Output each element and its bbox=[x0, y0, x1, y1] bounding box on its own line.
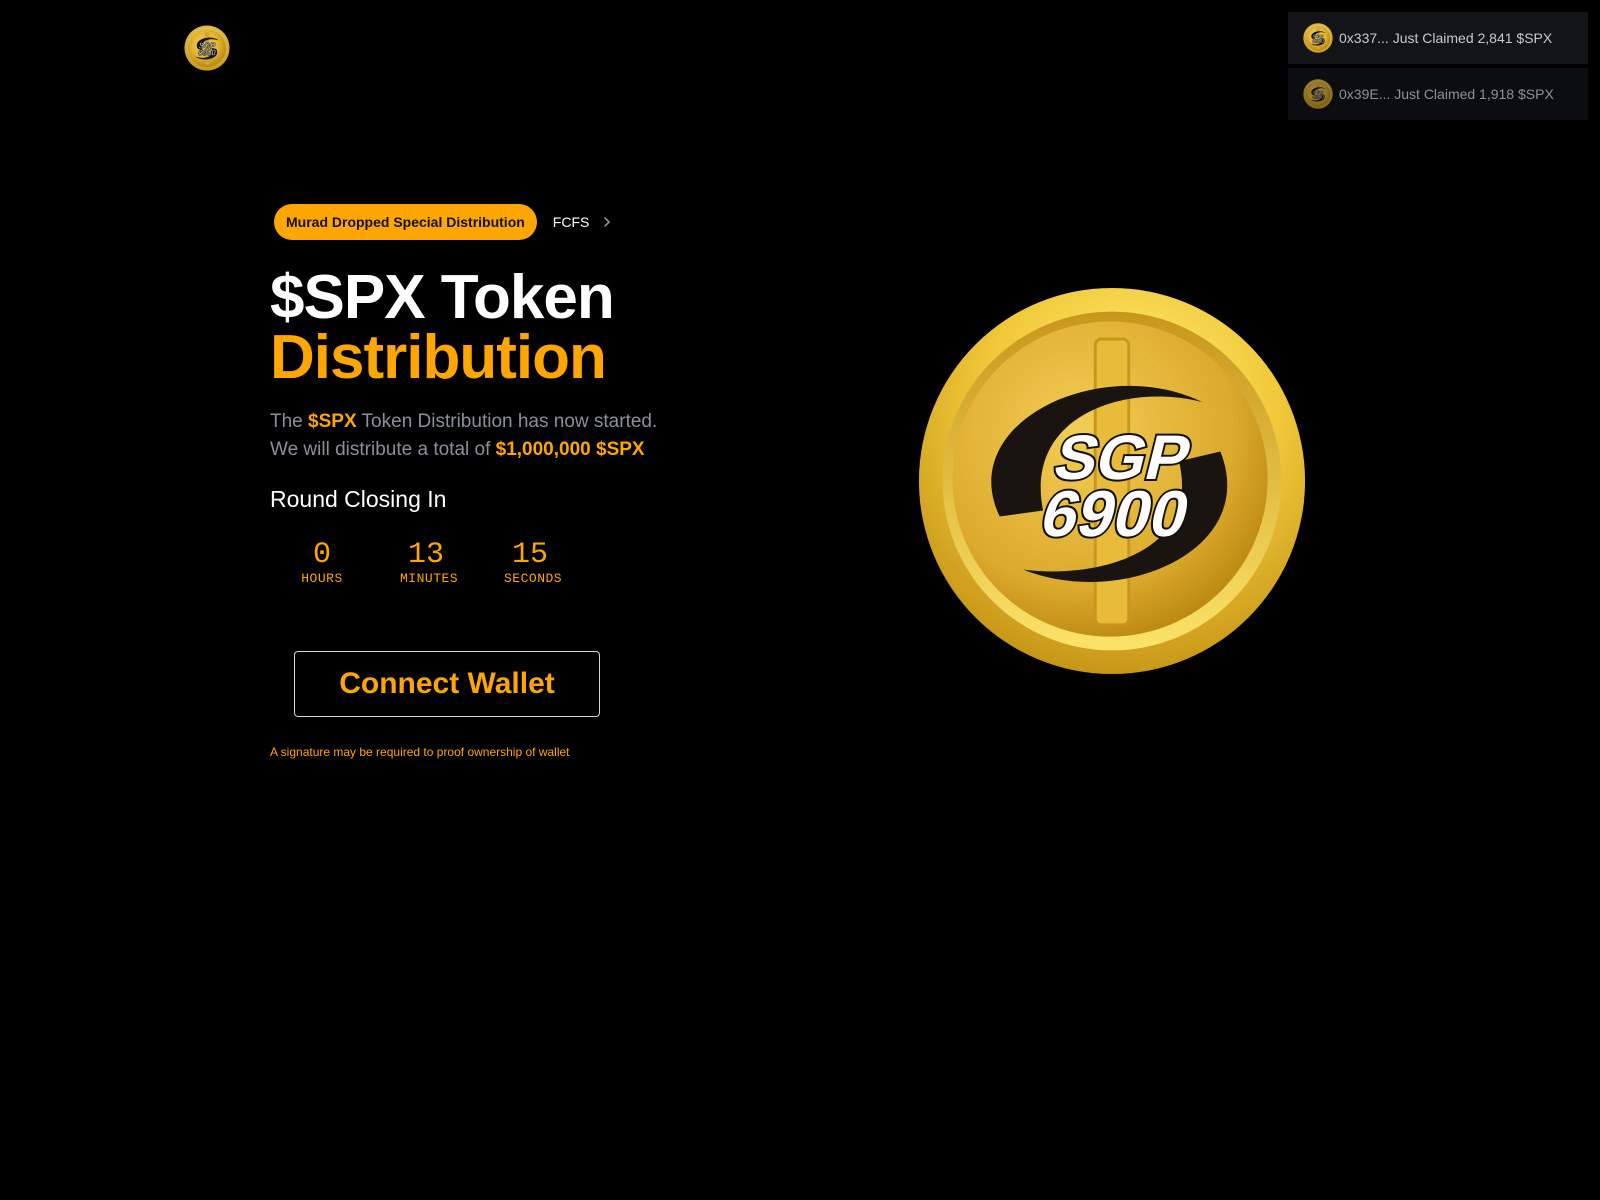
hours-label: HOURS bbox=[301, 571, 343, 586]
claim-notification: 0x39E... Just Claimed 1,918 $SPX bbox=[1288, 68, 1588, 120]
fcfs-link[interactable]: FCFS bbox=[553, 214, 614, 230]
countdown-timer: 0 HOURS 13 MINUTES 15 SECONDS bbox=[296, 539, 790, 587]
claim-notifications: 0x337... Just Claimed 2,841 $SPX 0x39E..… bbox=[1288, 12, 1588, 124]
spx-coin-icon bbox=[1303, 23, 1333, 53]
notification-text: 0x39E... Just Claimed 1,918 $SPX bbox=[1339, 86, 1554, 102]
seconds-label: SECONDS bbox=[504, 571, 563, 586]
signature-note: A signature may be required to proof own… bbox=[270, 745, 570, 759]
spx-coin-image: SGP 6900 bbox=[918, 287, 1306, 675]
header-logo[interactable] bbox=[184, 25, 230, 71]
countdown-minutes: 13 MINUTES bbox=[400, 538, 459, 587]
description-line-1: The $SPX Token Distribution has now star… bbox=[270, 408, 790, 436]
seconds-value: 15 bbox=[511, 538, 548, 572]
notification-text: 0x337... Just Claimed 2,841 $SPX bbox=[1339, 30, 1553, 46]
minutes-label: MINUTES bbox=[400, 571, 459, 586]
page-title: $SPX Token Distribution bbox=[270, 263, 790, 392]
minutes-value: 13 bbox=[407, 538, 444, 572]
coin-text-line-2: 6900 bbox=[1034, 477, 1197, 550]
hero-section: Murad Dropped Special Distribution FCFS … bbox=[270, 204, 790, 759]
claim-notification: 0x337... Just Claimed 2,841 $SPX bbox=[1288, 12, 1588, 64]
spx-coin-logo-icon bbox=[184, 25, 230, 71]
round-closing-label: Round Closing In bbox=[270, 486, 447, 512]
desc-text: Token Distribution has now started. bbox=[356, 411, 658, 432]
desc-text: The bbox=[270, 411, 309, 432]
spx-coin-icon bbox=[1303, 79, 1333, 109]
title-line-2: Distribution bbox=[270, 323, 607, 392]
fcfs-label: FCFS bbox=[552, 214, 590, 230]
announcement-row: Murad Dropped Special Distribution FCFS bbox=[270, 204, 790, 240]
desc-highlight: $1,000,000 $SPX bbox=[495, 439, 645, 460]
announcement-badge[interactable]: Murad Dropped Special Distribution bbox=[274, 204, 537, 240]
countdown-hours: 0 HOURS bbox=[296, 539, 348, 587]
title-line-1: $SPX Token bbox=[270, 263, 615, 332]
hours-value: 0 bbox=[312, 538, 331, 572]
chevron-right-icon bbox=[604, 217, 611, 227]
connect-wallet-button[interactable]: Connect Wallet bbox=[294, 651, 600, 717]
desc-text: We will distribute a total of bbox=[270, 439, 496, 460]
desc-highlight: $SPX bbox=[308, 411, 357, 432]
description-line-2: We will distribute a total of $1,000,000… bbox=[270, 436, 790, 464]
description: The $SPX Token Distribution has now star… bbox=[270, 408, 790, 464]
countdown-seconds: 15 SECONDS bbox=[504, 538, 563, 587]
